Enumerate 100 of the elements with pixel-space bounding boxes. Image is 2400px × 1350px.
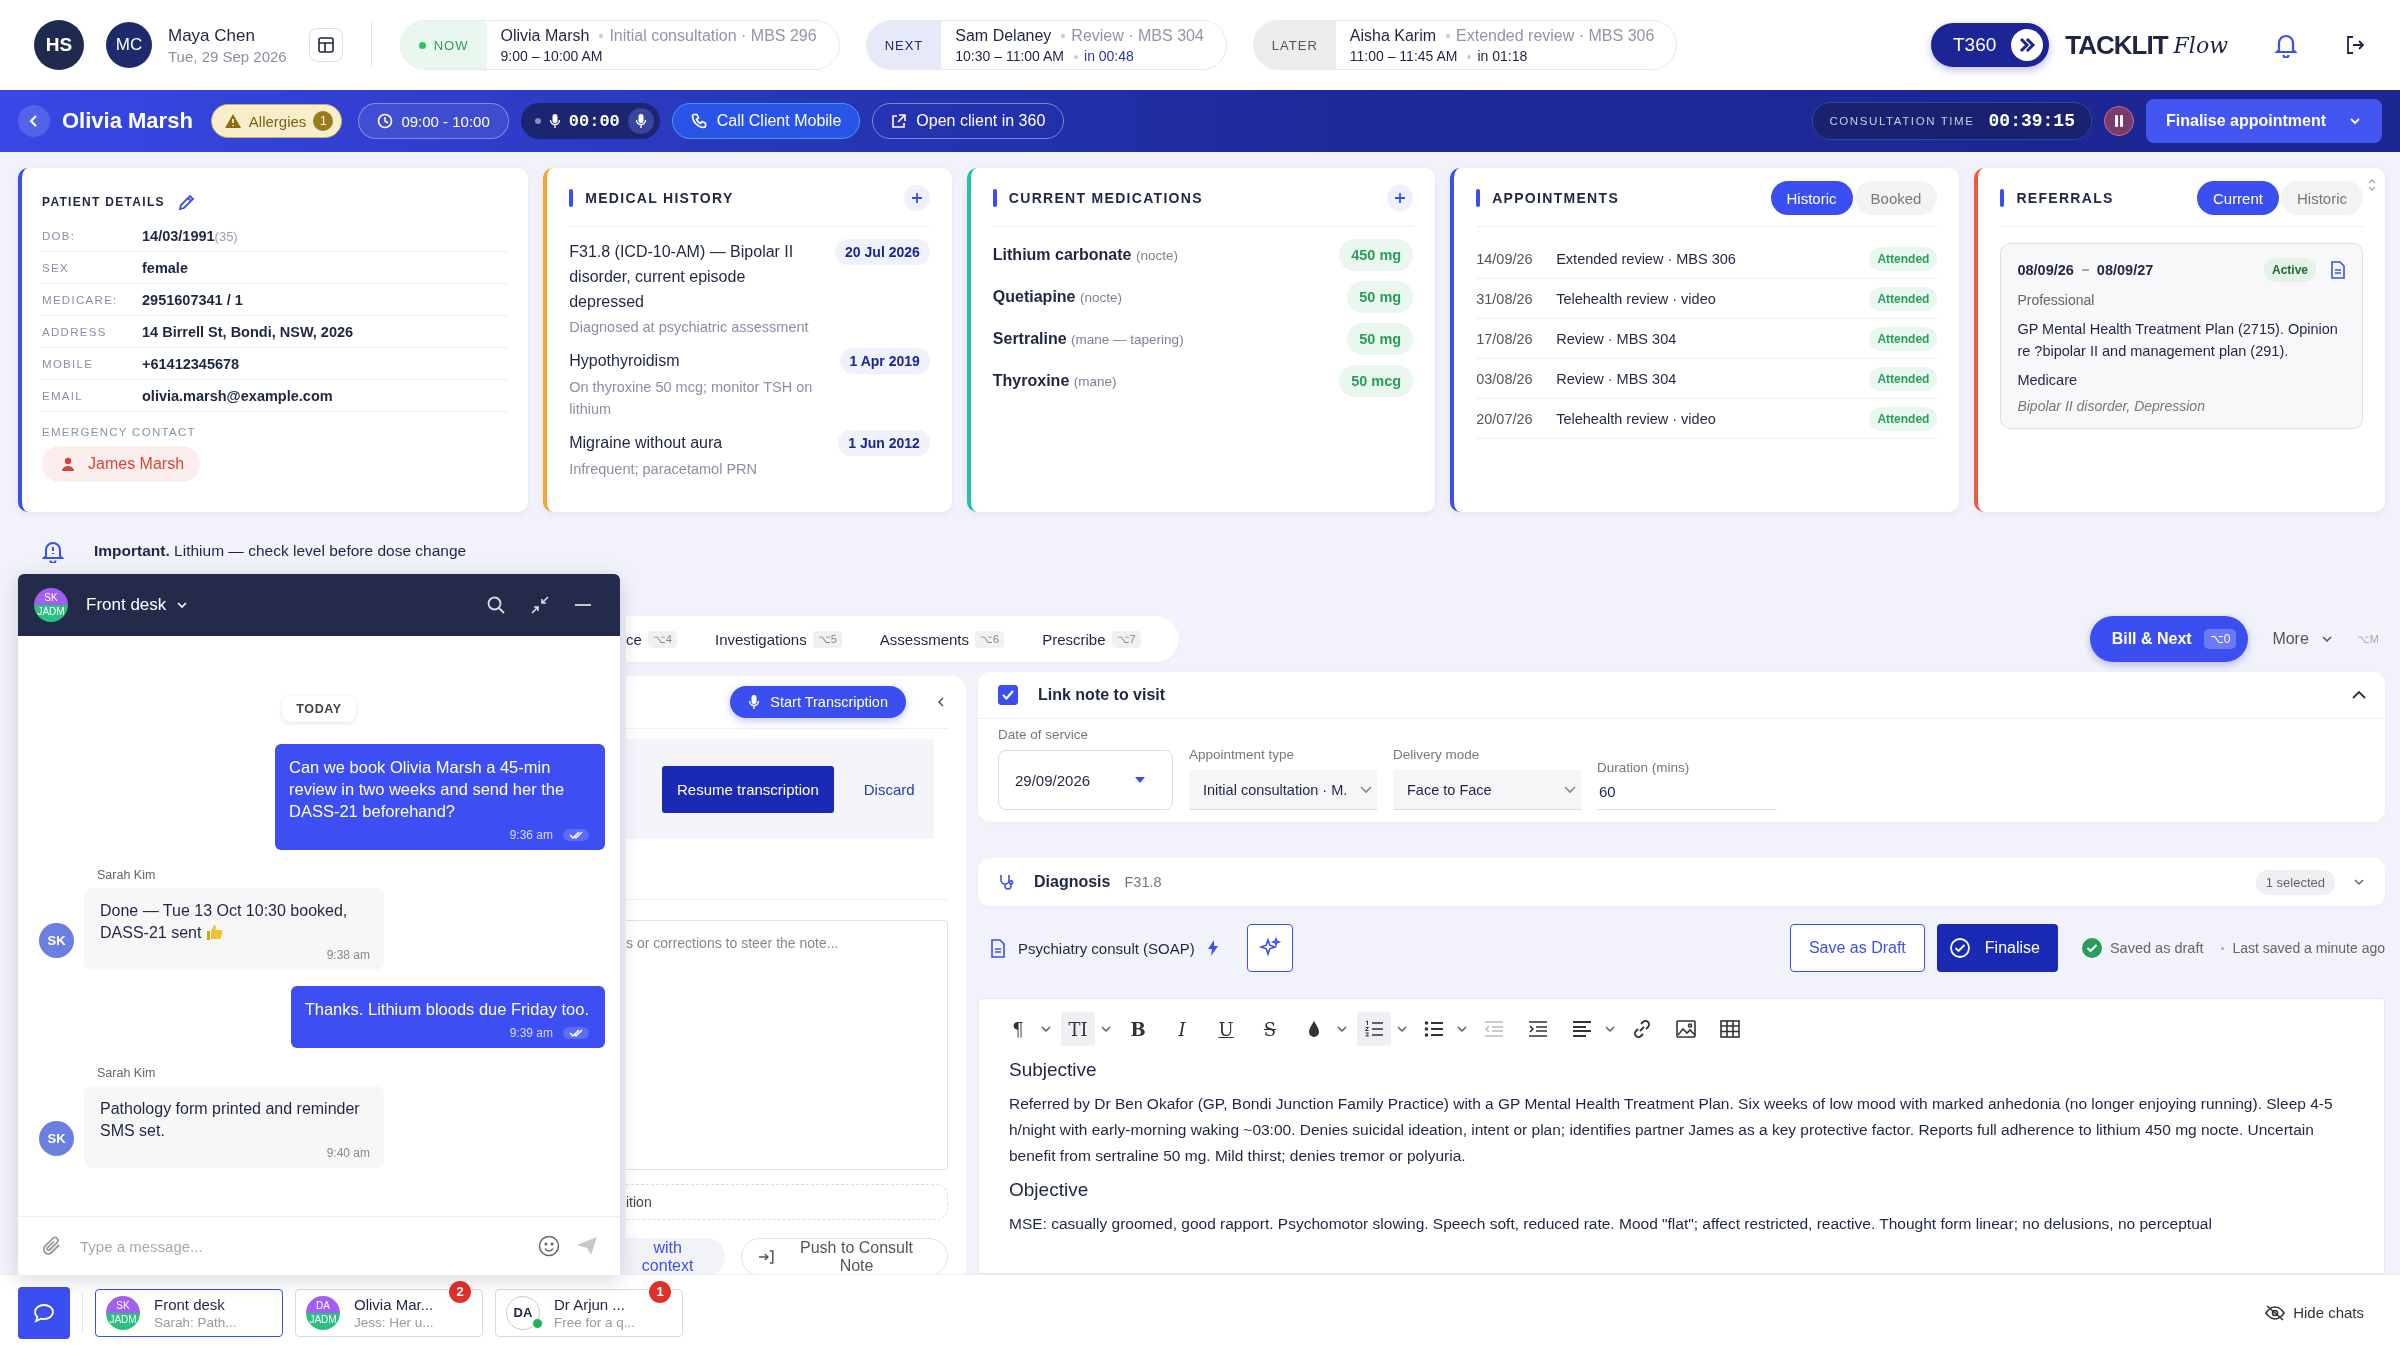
caret-icon[interactable] [1337, 1026, 1347, 1032]
section-tab[interactable]: Prescribe ⌥7 [1028, 616, 1165, 662]
transcription-drop-zone[interactable]: ition [626, 1184, 948, 1220]
appointment-type: Extended review · MBS 306 [1556, 251, 1737, 267]
format-button[interactable]: I [1165, 1012, 1199, 1046]
hide-chats-button[interactable]: Hide chats [2259, 1303, 2370, 1322]
pause-button[interactable] [2104, 106, 2134, 136]
diagnosis-bar[interactable]: Diagnosis F31.8 1 selected [978, 858, 2385, 906]
referral-card[interactable]: 08/09/26 08/09/27 Active Professional GP Mental Health Treatment Plan (2715). Opinion re ?bipolar II and management plan (291). Medicare Bipolar II disorder, Depression [2000, 243, 2363, 429]
queue-card[interactable]: NOW Olivia Marsh Initial consultation · MBS 296 9:00 – 10:00 AM [399, 20, 840, 70]
save-draft-button[interactable]: Save as Draft [1789, 924, 1925, 972]
section-tab[interactable]: ce ⌥4 [626, 616, 701, 662]
droplet-icon [1307, 1020, 1321, 1038]
appointment-type: Telehealth review · video [1556, 291, 1717, 307]
document-icon[interactable] [2330, 261, 2346, 279]
field-label: SEX [42, 261, 70, 274]
clock-icon [377, 113, 394, 129]
recorder-pill[interactable]: 00:00 [520, 103, 660, 139]
outdent-icon [1484, 1021, 1504, 1037]
date-chip: 20 Jul 2026 [835, 239, 930, 265]
chat-launcher-button[interactable] [18, 1286, 70, 1339]
diagnosis-code: F31.8 [1124, 874, 1162, 890]
chat-bubble-icon [33, 1302, 55, 1323]
queue-card[interactable]: NEXT Sam Delaney Review · MBS 304 10:30 – 11:00 AM in 00:48 [865, 20, 1227, 70]
minimize-arrows-icon[interactable] [530, 595, 550, 615]
logout-icon[interactable] [2344, 34, 2366, 56]
caret-icon[interactable] [1457, 1026, 1467, 1032]
section-tab[interactable]: Investigations ⌥5 [700, 616, 866, 662]
caret-icon[interactable] [1397, 1026, 1407, 1032]
date-chip: 1 Jun 2012 [838, 430, 930, 456]
appointment-date: 20/07/26 [1476, 411, 1534, 427]
emergency-contact-chip[interactable]: James Marsh [42, 446, 201, 482]
back-button[interactable] [18, 105, 50, 137]
note-instructions-field[interactable]: s or corrections to steer the note... [626, 920, 948, 1170]
brand-badge[interactable]: T360 [1931, 23, 2050, 67]
appointment-type-select[interactable]: Initial consultation · M. [1189, 770, 1377, 810]
lightning-icon[interactable] [1206, 939, 1219, 957]
filter-tab[interactable]: Historic [2281, 181, 2363, 215]
caret-icon[interactable] [1041, 1026, 1051, 1032]
start-transcription-button[interactable]: Start Transcription [730, 686, 906, 718]
layout-button[interactable] [308, 28, 343, 62]
format-button[interactable]: TI [1061, 1012, 1095, 1046]
bullet-list-icon [1424, 1020, 1444, 1038]
format-button[interactable]: ¶ [1001, 1012, 1035, 1046]
back-chevron-icon [28, 114, 40, 128]
queue-appointment-type: Initial consultation · MBS 296 [593, 25, 817, 45]
note-editor[interactable] [978, 998, 2385, 1274]
notification-bell-icon[interactable] [2274, 32, 2298, 58]
section-tab[interactable]: Assessments ⌥6 [865, 616, 1029, 662]
plus-icon [1394, 192, 1407, 204]
more-menu-button[interactable]: More [2266, 629, 2339, 649]
collapse-chevron-icon[interactable] [2351, 690, 2367, 700]
status-badge: Active [2263, 258, 2316, 282]
user-avatar[interactable]: HS [34, 20, 84, 70]
queue-card[interactable]: LATER Aisha Karim Extended review · MBS 306 11:00 – 11:45 AM in 01:18 [1252, 20, 1678, 70]
message-input[interactable]: Type a message... [78, 1236, 522, 1256]
emergency-contact-label: EMERGENCY CONTACT [42, 426, 197, 438]
bill-and-next-button[interactable]: Bill & Next ⌥0 [2089, 616, 2249, 662]
resume-transcription-button[interactable]: Resume transcription [662, 765, 834, 813]
collapse-chevron-icon[interactable] [936, 695, 946, 709]
brand-logo: TACKLIT Flow [2065, 29, 2228, 61]
finalise-button[interactable]: Finalise [1936, 924, 2058, 972]
caret-icon[interactable] [1605, 1026, 1615, 1032]
referral-funding: Medicare [2017, 372, 2079, 388]
format-button[interactable]: S [1253, 1012, 1287, 1046]
expand-chevron-icon[interactable] [2353, 878, 2365, 886]
medication-name: Thyroxine (mane) [992, 372, 1117, 390]
call-client-button[interactable]: Call Client Mobile [671, 103, 861, 139]
generate-with-context-button[interactable]: with context [626, 1238, 726, 1276]
filter-tab[interactable]: Current [2196, 181, 2279, 215]
push-to-note-button[interactable]: Push to Consult Note [741, 1238, 948, 1276]
filter-tab[interactable]: Historic [1770, 181, 1853, 215]
add-button[interactable] [1387, 185, 1414, 211]
emoji-icon[interactable] [538, 1235, 560, 1257]
medication-name: Sertraline (mane — tapering) [992, 330, 1184, 348]
numbered-list-button[interactable] [1357, 1012, 1391, 1046]
sparkle-button[interactable] [1246, 924, 1293, 972]
note-template-name[interactable]: Psychiatry consult (SOAP) [1018, 939, 1195, 957]
add-button[interactable] [903, 185, 930, 211]
caret-icon[interactable] [1101, 1026, 1111, 1032]
minimize-icon[interactable] [574, 603, 592, 607]
chat-tab[interactable]: SK JADM Front desk Sarah: Path... [95, 1288, 283, 1337]
format-button[interactable]: U [1209, 1012, 1243, 1046]
date-of-service-field[interactable]: 29/09/2026 [998, 750, 1173, 810]
appointment-date: 17/08/26 [1476, 331, 1534, 347]
discard-link[interactable]: Discard [857, 779, 921, 799]
search-icon[interactable] [486, 595, 506, 615]
appointment-time-pill: 09:00 - 10:00 [358, 103, 509, 139]
attach-icon[interactable] [42, 1235, 62, 1257]
caret-icon [176, 601, 189, 609]
filter-tab[interactable]: Booked [1854, 181, 1938, 215]
edit-icon[interactable] [176, 192, 197, 212]
allergies-button[interactable]: Allergies 1 [210, 104, 343, 138]
status-badge: Attended [1869, 407, 1938, 431]
finalise-appointment-button[interactable]: Finalise appointment [2146, 99, 2382, 143]
link-visit-checkbox[interactable] [998, 685, 1018, 705]
delivery-mode-select[interactable]: Face to Face [1393, 770, 1581, 810]
conversation-selector[interactable]: Front desk [80, 594, 195, 616]
format-button[interactable]: B [1121, 1012, 1155, 1046]
duration-field[interactable]: 60 [1597, 783, 1777, 810]
